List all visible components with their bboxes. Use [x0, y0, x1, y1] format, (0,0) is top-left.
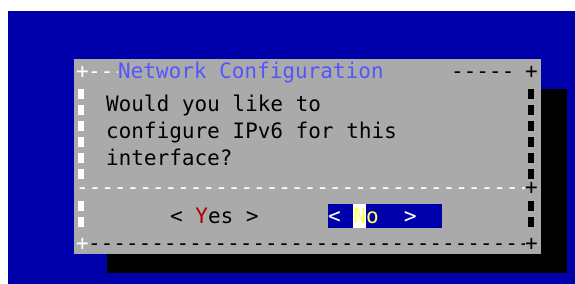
border-corner-bottom-left: +: [76, 231, 89, 255]
border-right-upper: [528, 89, 534, 185]
border-left-upper: [78, 89, 84, 185]
no-button-open-bracket: <: [328, 204, 354, 228]
yes-button-open-bracket: <: [170, 204, 196, 228]
no-button-label-rest: o: [365, 204, 379, 228]
yes-button-hotkey: Y: [195, 204, 208, 228]
separator-line: ----------------------------------------…: [76, 175, 525, 199]
border-top-right-dashes: -----: [451, 59, 515, 83]
dialog-title: Network Configuration: [118, 59, 384, 83]
dialog-message-line-3: interface?: [106, 146, 233, 170]
yes-button-close-bracket: >: [233, 204, 259, 228]
no-button-hotkey: N: [353, 204, 366, 228]
border-top-left-dashes: ---: [88, 59, 118, 83]
no-button-close-bracket: >: [378, 204, 417, 228]
dialog-message-line-1: Would you like to: [106, 92, 321, 116]
border-corner-top-left: +: [76, 59, 89, 83]
yes-button-label-rest: es: [207, 204, 234, 228]
yes-button[interactable]: < Yes >: [170, 204, 259, 228]
border-corner-bottom-right: +: [525, 231, 538, 255]
dialog-message-line-2: configure IPv6 for this: [106, 119, 397, 143]
border-left-lower: [78, 201, 84, 233]
border-right-lower: [528, 201, 534, 233]
separator-corner-right: +: [525, 175, 538, 199]
network-configuration-dialog: + --- Network Configuration ----- + Woul…: [74, 59, 541, 255]
border-corner-top-right: +: [525, 59, 538, 83]
no-button[interactable]: < No >: [328, 204, 442, 228]
border-bottom-dashes: ----------------------------------------…: [88, 231, 525, 255]
